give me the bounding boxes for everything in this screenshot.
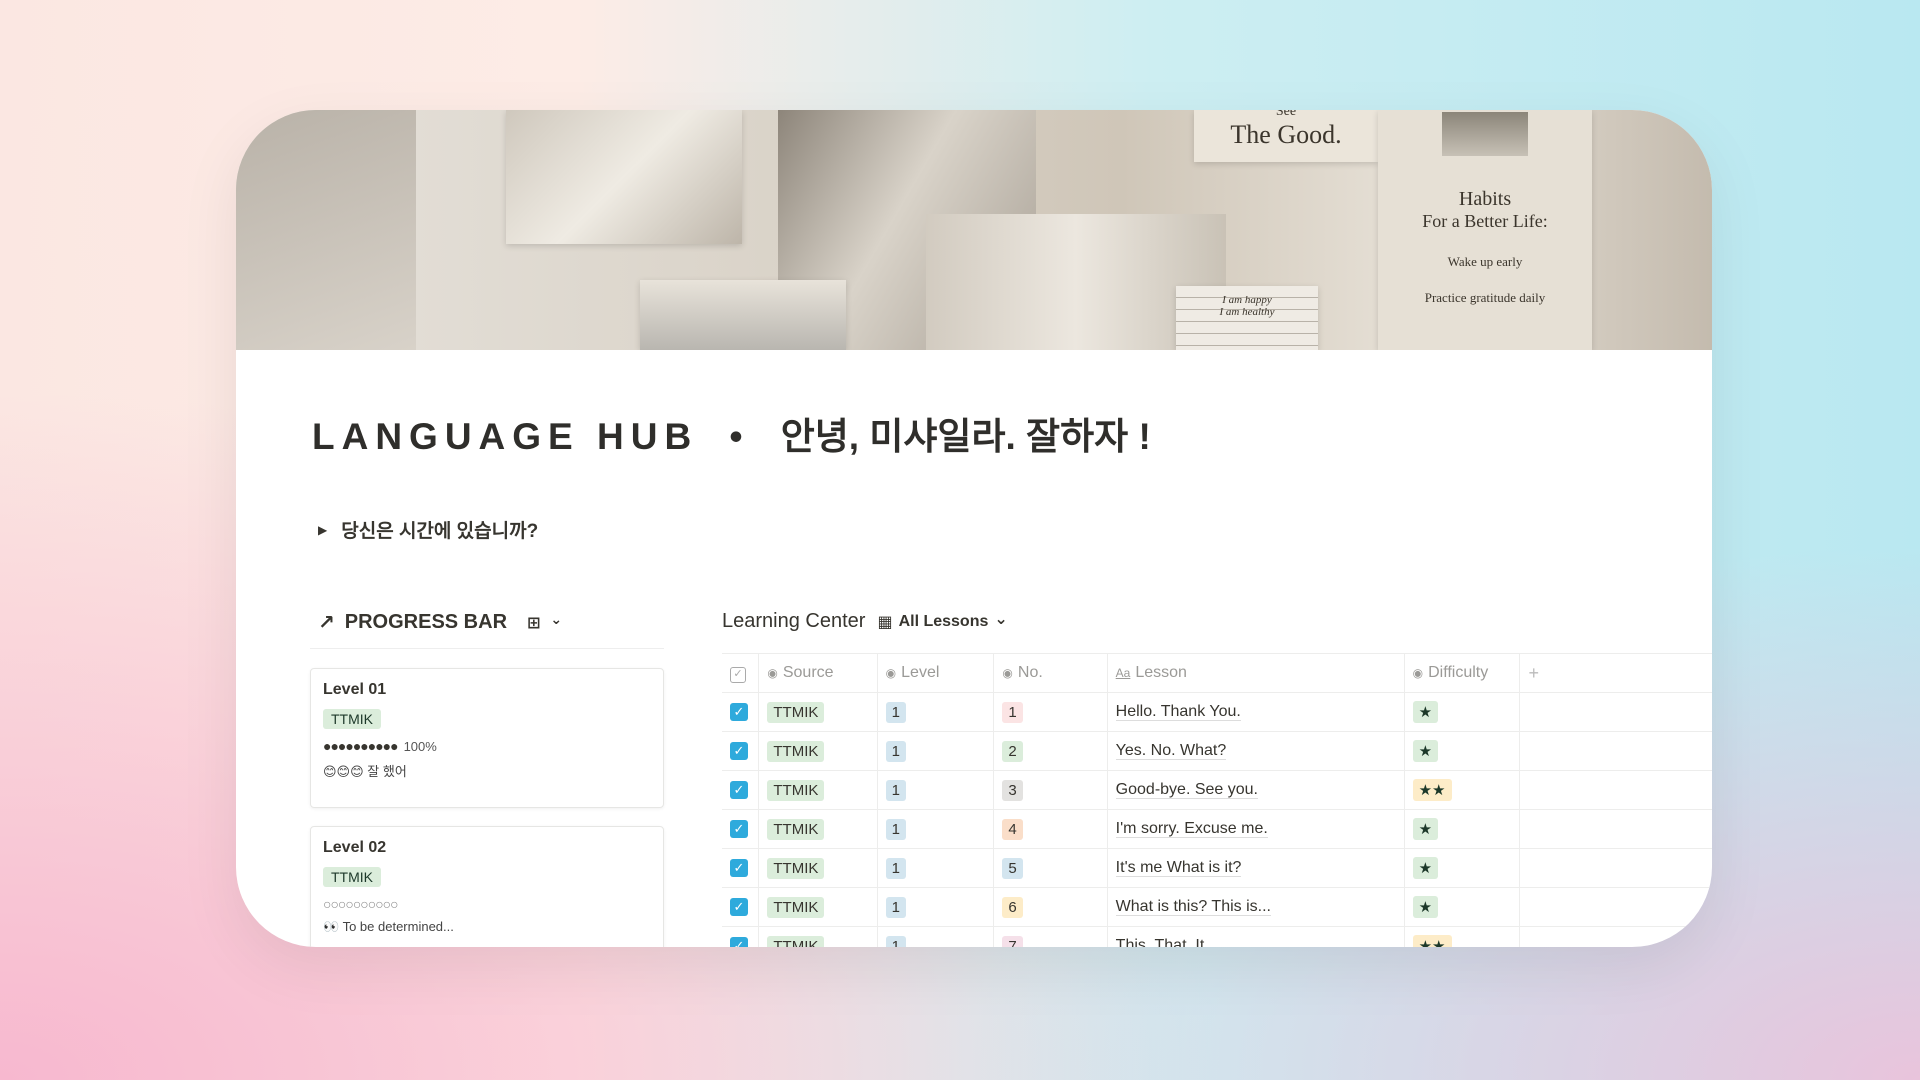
lessons-table: ✓ ◉ Source ◉ Level ◉ No. Aa Lesson ◉ Difficul… [722,653,1712,947]
lesson-link[interactable]: It's me What is it? [1115,859,1242,877]
level-tag: 1 [885,818,906,840]
difficulty-tag: ★ [1412,818,1439,840]
toggle-block[interactable]: ▶ 당신은 시간에 있습니까? [318,516,538,543]
source-tag: TTMIK [323,867,381,887]
difficulty-tag: ★ [1412,896,1439,918]
difficulty-tag: ★ [1412,857,1439,879]
source-tag: TTMIK [323,709,381,729]
done-checkbox[interactable]: ✓ [730,742,748,760]
level-tag: 1 [885,935,906,947]
table-row[interactable]: ✓ TTMIK 1 1 Hello. Thank You. ★ [722,692,1712,732]
lesson-link[interactable]: This. That. It [1115,937,1205,947]
source-tag: TTMIK [767,740,825,762]
difficulty-tag: ★★ [1412,779,1452,801]
done-checkbox[interactable]: ✓ [730,781,748,799]
source-tag: TTMIK [767,818,825,840]
chevron-down-icon: ⌄ [994,610,1008,628]
cover-habits-photo [1442,112,1528,156]
difficulty-tag: ★★ [1412,935,1452,947]
select-property-icon: ◉ [1002,666,1013,680]
level-tag: 1 [885,779,906,801]
column-no[interactable]: ◉ No. [993,653,1108,693]
lesson-link[interactable]: What is this? This is... [1115,898,1271,916]
source-tag: TTMIK [767,857,825,879]
chevron-down-icon[interactable]: ⌄ [550,611,562,628]
source-tag: TTMIK [767,701,825,723]
lesson-link[interactable]: Hello. Thank You. [1115,703,1241,721]
column-difficulty[interactable]: ◉ Difficulty [1404,653,1521,693]
learning-center-heading: Learning Center ▦ All Lessons ⌄ [722,610,1008,632]
done-checkbox[interactable]: ✓ [730,703,748,721]
table-header: ✓ ◉ Source ◉ Level ◉ No. Aa Lesson ◉ Difficul… [722,653,1712,693]
progress-dots: ○○○○○○○○○○ [323,896,399,912]
done-checkbox[interactable]: ✓ [730,820,748,838]
triangle-right-icon[interactable]: ▶ [318,523,327,537]
done-checkbox[interactable]: ✓ [730,937,748,947]
difficulty-tag: ★ [1412,701,1439,723]
progress-dots: ●●●●●●●●●● 100% [323,738,437,754]
difficulty-tag: ★ [1412,740,1439,762]
column-source[interactable]: ◉ Source [758,653,878,693]
number-tag: 5 [1002,857,1023,879]
table-row[interactable]: ✓ TTMIK 1 4 I'm sorry. Excuse me. ★ [722,809,1712,849]
table-icon: ▦ [877,613,893,631]
source-tag: TTMIK [767,935,825,947]
link-arrow-icon: ↗ [318,612,335,634]
select-property-icon: ◉ [1412,666,1424,680]
checkbox-column-icon[interactable]: ✓ [730,666,746,683]
progress-bar-heading[interactable]: ↗ PROGRESS BAR ⊞ ⌄ [318,610,562,635]
done-checkbox[interactable]: ✓ [730,859,748,877]
number-tag: 7 [1002,935,1023,947]
page-title: LANGUAGE HUB • 안녕, 미샤일라. 잘하자 ! [312,416,1151,457]
view-selector[interactable]: ▦ All Lessons ⌄ [877,610,1008,632]
progress-card[interactable]: Level 02 TTMIK ○○○○○○○○○○ 👀 To be determ… [310,826,664,947]
table-row[interactable]: ✓ TTMIK 1 6 What is this? This is... ★ [722,887,1712,927]
divider [310,648,664,649]
column-lesson[interactable]: Aa Lesson [1107,653,1405,693]
table-row[interactable]: ✓ TTMIK 1 7 This. That. It ★★ [722,926,1712,947]
notion-window: See The Good. I am happy I am healthy Ha… [236,110,1712,947]
source-tag: TTMIK [767,779,825,801]
done-checkbox[interactable]: ✓ [730,898,748,916]
table-row[interactable]: ✓ TTMIK 1 3 Good-bye. See you. ★★ [722,770,1712,810]
select-property-icon: ◉ [767,666,778,680]
cover-photo-fabric [506,110,742,244]
source-tag: TTMIK [767,896,825,918]
number-tag: 1 [1002,701,1023,723]
title-property-icon: Aa [1115,666,1131,680]
cover-film-strip [640,280,846,350]
select-property-icon: ◉ [885,666,897,680]
number-tag: 2 [1002,740,1023,762]
lesson-link[interactable]: Yes. No. What? [1115,742,1227,760]
lesson-link[interactable]: Good-bye. See you. [1115,781,1258,799]
column-level[interactable]: ◉ Level [877,653,995,693]
plus-icon: + [1528,662,1539,683]
gallery-icon[interactable]: ⊞ [527,613,540,633]
add-column-button[interactable]: + [1519,653,1712,693]
level-tag: 1 [885,701,906,723]
level-tag: 1 [885,740,906,762]
eyes-emoji-icon: 👀 [323,919,340,934]
smile-emoji-icon: 😊😊😊 [323,764,364,779]
table-row[interactable]: ✓ TTMIK 1 2 Yes. No. What? ★ [722,731,1712,771]
cover-shadow [236,110,416,350]
cover-note-lines: I am happy I am healthy [1176,286,1318,350]
number-tag: 6 [1002,896,1023,918]
level-tag: 1 [885,857,906,879]
table-row[interactable]: ✓ TTMIK 1 5 It's me What is it? ★ [722,848,1712,888]
level-tag: 1 [885,896,906,918]
cover-habits-card: Habits For a Better Life: Wake up early … [1378,110,1592,350]
progress-card[interactable]: Level 01 TTMIK ●●●●●●●●●● 100% 😊😊😊 잘 했어 [310,668,664,808]
number-tag: 4 [1002,818,1023,840]
number-tag: 3 [1002,779,1023,801]
cover-card-good: See The Good. [1194,110,1378,162]
lesson-link[interactable]: I'm sorry. Excuse me. [1115,820,1268,838]
cover-image[interactable]: See The Good. I am happy I am healthy Ha… [236,110,1712,350]
